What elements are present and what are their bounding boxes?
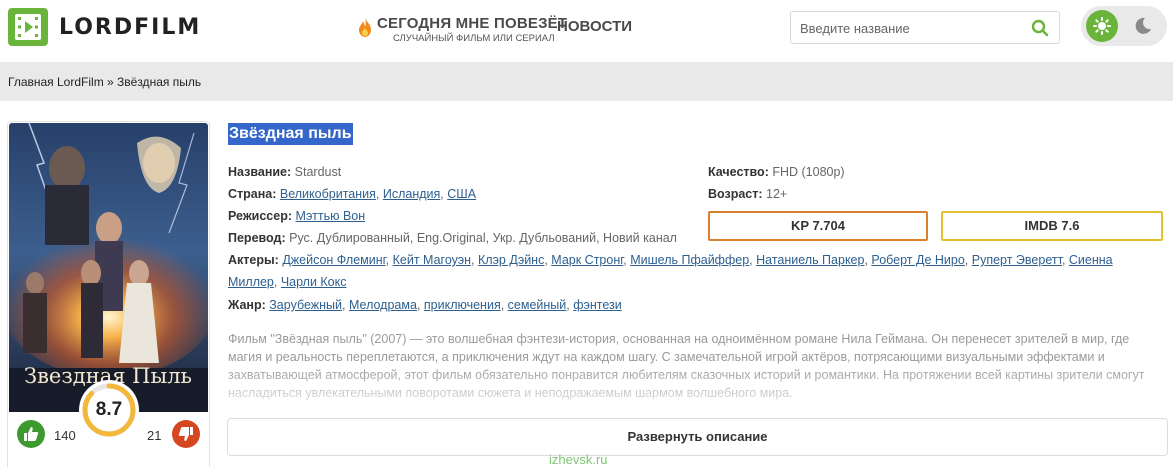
info-name: Название: Stardust xyxy=(228,164,341,180)
dislikes-count: 21 xyxy=(147,428,162,443)
light-theme-button[interactable] xyxy=(1086,10,1118,42)
actor-link[interactable]: Чарли Кокс xyxy=(281,275,347,289)
flame-icon xyxy=(359,17,371,37)
genre-link[interactable]: Зарубежный xyxy=(269,298,342,312)
country-link[interactable]: Исландия xyxy=(383,187,440,201)
info-country: Страна: Великобритания, Исландия, США xyxy=(228,187,477,201)
info-director: Режиссер: Мэттью Вон xyxy=(228,208,365,224)
quality-value: FHD (1080p) xyxy=(772,165,845,179)
actor-link[interactable]: Клэр Дэйнс xyxy=(478,253,544,267)
genre-link[interactable]: фэнтези xyxy=(573,298,622,312)
age-label: Возраст: xyxy=(708,187,763,201)
genre-link[interactable]: семейный xyxy=(508,298,567,312)
genre-link[interactable]: Мелодрама xyxy=(349,298,417,312)
search-icon[interactable] xyxy=(1031,19,1049,37)
dislike-button[interactable] xyxy=(172,420,200,448)
breadcrumb[interactable]: Главная LordFilm » Звёздная пыль xyxy=(8,75,201,89)
expand-description-button[interactable]: Развернуть описание xyxy=(227,418,1168,456)
translation-value: Рус. Дублированный, Eng.Original, Укр. Д… xyxy=(289,231,677,245)
moon-icon[interactable] xyxy=(1134,17,1152,35)
imdb-rating-badge: IMDB 7.6 xyxy=(941,211,1163,241)
news-link[interactable]: НОВОСТИ xyxy=(557,18,632,35)
poster-card: Звездная Пыль 8.7 140 21 xyxy=(7,121,210,467)
actor-link[interactable]: Руперт Эверетт xyxy=(972,253,1062,267)
director-link[interactable]: Мэттью Вон xyxy=(296,209,366,223)
actor-link[interactable]: Роберт Де Ниро xyxy=(871,253,964,267)
search-box xyxy=(790,11,1060,44)
likes-count: 140 xyxy=(54,428,76,443)
random-movie-title: СЕГОДНЯ МНЕ ПОВЕЗЁТ xyxy=(377,15,568,32)
info-genre: Жанр: Зарубежный, Мелодрама, приключения… xyxy=(228,298,622,312)
kp-rating-badge: KP 7.704 xyxy=(708,211,928,241)
quality-label: Качество: xyxy=(708,165,769,179)
movie-title: Звёздная пыль xyxy=(228,123,353,145)
info-age: Возраст: 12+ xyxy=(708,186,787,202)
actor-link[interactable]: Марк Стронг xyxy=(551,253,623,267)
actor-link[interactable]: Кейт Магоуэн xyxy=(393,253,471,267)
info-translation: Перевод: Рус. Дублированный, Eng.Origina… xyxy=(228,230,677,246)
vote-bar: 140 21 xyxy=(8,418,209,448)
country-link[interactable]: США xyxy=(447,187,476,201)
like-button[interactable] xyxy=(17,420,45,448)
breadcrumb-bar: Главная LordFilm » Звёздная пыль xyxy=(0,62,1173,101)
random-movie-subtitle: СЛУЧАЙНЫЙ ФИЛЬМ ИЛИ СЕРИАЛ xyxy=(393,33,555,44)
actor-link[interactable]: Джейсон Флеминг xyxy=(282,253,385,267)
thumbs-down-icon xyxy=(178,427,193,441)
info-actors: Актеры: Джейсон Флеминг, Кейт Магоуэн, К… xyxy=(228,253,1113,289)
logo-text: LORDFILM xyxy=(59,14,202,40)
actor-link[interactable]: Натаниель Паркер xyxy=(756,253,864,267)
genre-label: Жанр: xyxy=(228,298,266,312)
site-header: LORDFILM СЕГОДНЯ МНЕ ПОВЕЗЁТ СЛУЧАЙНЫЙ Ф… xyxy=(0,0,1173,62)
actor-link[interactable]: Мишель Пфайффер xyxy=(630,253,749,267)
genre-link[interactable]: приключения xyxy=(424,298,501,312)
director-label: Режиссер: xyxy=(228,209,293,223)
movie-poster[interactable]: Звездная Пыль xyxy=(9,123,208,412)
country-label: Страна: xyxy=(228,187,277,201)
search-input[interactable] xyxy=(800,19,1020,37)
country-link[interactable]: Великобритания xyxy=(280,187,376,201)
age-value: 12+ xyxy=(766,187,788,201)
theme-switcher xyxy=(1081,6,1167,46)
description-fade xyxy=(228,366,1158,406)
site-logo[interactable]: LORDFILM xyxy=(8,8,201,46)
translation-label: Перевод: xyxy=(228,231,286,245)
name-value: Stardust xyxy=(294,165,342,179)
info-quality: Качество: FHD (1080p) xyxy=(708,164,845,180)
random-movie-link[interactable]: СЕГОДНЯ МНЕ ПОВЕЗЁТ СЛУЧАЙНЫЙ ФИЛЬМ ИЛИ … xyxy=(357,15,567,44)
name-label: Название: xyxy=(228,165,292,179)
film-logo-icon xyxy=(8,8,48,46)
sun-icon xyxy=(1093,17,1111,35)
thumbs-up-icon xyxy=(24,427,39,441)
watermark: izhevsk.ru xyxy=(549,452,608,467)
actors-label: Актеры: xyxy=(228,253,279,267)
